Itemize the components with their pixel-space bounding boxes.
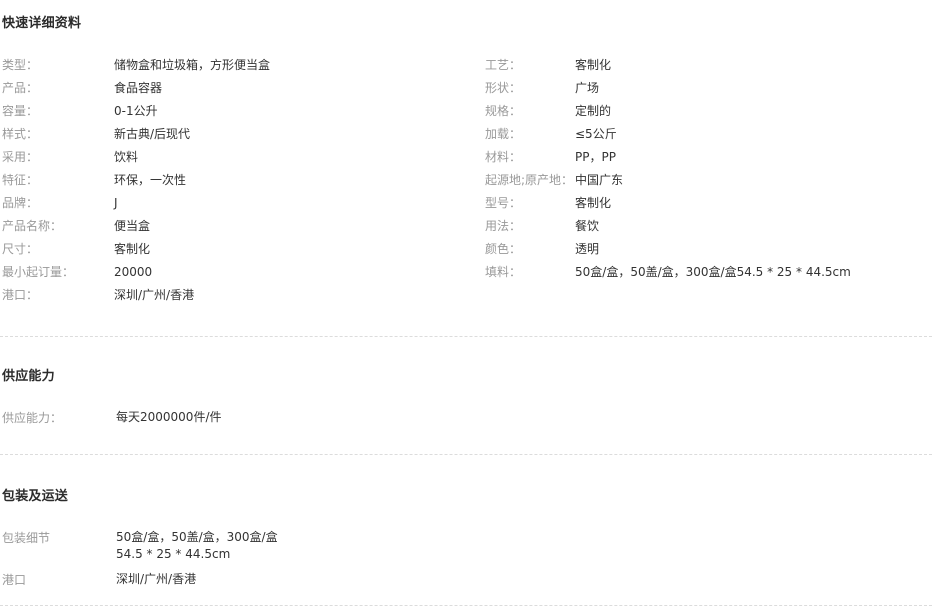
quick-details-grid: 类型： 储物盒和垃圾箱，方形便当盒 产品： 食品容器 容量： 0-1公升 样式：… xyxy=(0,43,932,307)
spec-label: 形状： xyxy=(485,80,522,95)
spec-row: 材料： PP，PP xyxy=(470,146,932,169)
spec-label: 供应能力： xyxy=(2,411,63,426)
spec-label: 品牌： xyxy=(2,195,39,210)
spec-row: 类型： 储物盒和垃圾箱，方形便当盒 xyxy=(0,54,470,77)
packaging-delivery-rows: 包装细节 50盒/盒，50盖/盒，300盒/盒 54.5 * 25 * 44.5… xyxy=(2,516,932,591)
spec-value: ≤5公斤 xyxy=(575,126,617,141)
spec-label: 颜色： xyxy=(485,241,522,256)
spec-row: 供应能力： 每天2000000件/件 xyxy=(2,407,932,429)
spec-label: 采用： xyxy=(2,149,39,164)
spec-value: 定制的 xyxy=(575,103,612,118)
spec-value: 0-1公升 xyxy=(114,103,158,118)
spec-row: 规格： 定制的 xyxy=(470,100,932,123)
spec-row: 产品名称： 便当盒 xyxy=(0,215,470,238)
quick-details-left-column: 类型： 储物盒和垃圾箱，方形便当盒 产品： 食品容器 容量： 0-1公升 样式：… xyxy=(0,54,470,307)
spec-value: 餐饮 xyxy=(575,218,600,233)
spec-value: 深圳/广州/香港 xyxy=(116,571,197,586)
spec-row: 产品： 食品容器 xyxy=(0,77,470,100)
spec-label: 工艺： xyxy=(485,57,522,72)
spec-label: 类型： xyxy=(2,57,39,72)
spec-row: 填料： 50盒/盒，50盖/盒，300盒/盒54.5 * 25 * 44.5cm xyxy=(470,261,932,284)
product-detail-page: 快速详细资料 类型： 储物盒和垃圾箱，方形便当盒 产品： 食品容器 容量： 0-… xyxy=(0,11,932,606)
spec-row: 形状： 广场 xyxy=(470,77,932,100)
spec-value: 广场 xyxy=(575,80,600,95)
spec-value: 中国广东 xyxy=(575,172,624,187)
spec-value: 深圳/广州/香港 xyxy=(114,287,195,302)
spec-row: 样式： 新古典/后现代 xyxy=(0,123,470,146)
spec-label: 型号： xyxy=(485,195,522,210)
spec-row: 最小起订量： 20000 xyxy=(0,261,470,284)
spec-value: 50盒/盒，50盖/盒，300盒/盒 54.5 * 25 * 44.5cm xyxy=(116,529,278,561)
spec-row: 港口 深圳/广州/香港 xyxy=(2,563,932,591)
spec-label: 包装细节 xyxy=(2,530,51,545)
spec-value: J xyxy=(114,195,118,210)
spec-label: 填料： xyxy=(485,264,522,279)
spec-value: 客制化 xyxy=(575,57,612,72)
packaging-delivery-section: 包装及运送 包装细节 50盒/盒，50盖/盒，300盒/盒 54.5 * 25 … xyxy=(0,489,932,591)
spec-row: 工艺： 客制化 xyxy=(470,54,932,77)
spec-value: 透明 xyxy=(575,241,600,256)
spec-value: 便当盒 xyxy=(114,218,151,233)
spec-label: 起源地;原产地： xyxy=(485,172,574,187)
quick-details-title: 快速详细资料 xyxy=(2,15,82,31)
spec-row: 加载： ≤5公斤 xyxy=(470,123,932,146)
spec-label: 容量： xyxy=(2,103,39,118)
spec-value: 20000 xyxy=(114,264,153,279)
spec-label: 尺寸： xyxy=(2,241,39,256)
spec-row: 颜色： 透明 xyxy=(470,238,932,261)
spec-value: 每天2000000件/件 xyxy=(116,410,222,425)
spec-label: 样式： xyxy=(2,126,39,141)
spec-label: 产品名称： xyxy=(2,218,63,233)
spec-row: 型号： 客制化 xyxy=(470,192,932,215)
spec-value: 新古典/后现代 xyxy=(114,126,191,141)
spec-label: 加载： xyxy=(485,126,522,141)
supply-ability-title: 供应能力 xyxy=(2,369,55,385)
spec-row: 采用： 饮料 xyxy=(0,146,470,169)
supply-ability-section: 供应能力 供应能力： 每天2000000件/件 xyxy=(0,369,932,429)
spec-row: 包装细节 50盒/盒，50盖/盒，300盒/盒 54.5 * 25 * 44.5… xyxy=(2,527,932,563)
spec-label: 用法： xyxy=(485,218,522,233)
spec-label: 产品： xyxy=(2,80,39,95)
spec-row: 用法： 餐饮 xyxy=(470,215,932,238)
supply-ability-rows: 供应能力： 每天2000000件/件 xyxy=(2,396,932,429)
quick-details-section: 快速详细资料 类型： 储物盒和垃圾箱，方形便当盒 产品： 食品容器 容量： 0-… xyxy=(0,11,932,307)
spec-value: 食品容器 xyxy=(114,80,163,95)
spec-row: 容量： 0-1公升 xyxy=(0,100,470,123)
spec-value: 客制化 xyxy=(114,241,151,256)
spec-row: 品牌： J xyxy=(0,192,470,215)
spec-label: 材料： xyxy=(485,149,522,164)
spec-row: 港口： 深圳/广州/香港 xyxy=(0,284,470,307)
spec-row: 特征： 环保，一次性 xyxy=(0,169,470,192)
quick-details-right-column: 工艺： 客制化 形状： 广场 规格： 定制的 加载： ≤5公斤 材料： PP，P… xyxy=(470,54,932,284)
spec-value: 环保，一次性 xyxy=(114,172,187,187)
spec-label: 规格： xyxy=(485,103,522,118)
spec-label: 特征： xyxy=(2,172,39,187)
packaging-delivery-title: 包装及运送 xyxy=(2,488,69,504)
spec-label: 港口： xyxy=(2,287,39,302)
spec-value: PP，PP xyxy=(575,149,616,164)
spec-value: 客制化 xyxy=(575,195,612,210)
spec-row: 尺寸： 客制化 xyxy=(0,238,470,261)
spec-value: 50盒/盒，50盖/盒，300盒/盒54.5 * 25 * 44.5cm xyxy=(575,264,851,279)
spec-value: 储物盒和垃圾箱，方形便当盒 xyxy=(114,57,271,72)
spec-row: 起源地;原产地： 中国广东 xyxy=(470,169,932,192)
spec-label: 港口 xyxy=(2,572,27,587)
spec-value: 饮料 xyxy=(114,149,139,164)
spec-label: 最小起订量： xyxy=(2,264,75,279)
